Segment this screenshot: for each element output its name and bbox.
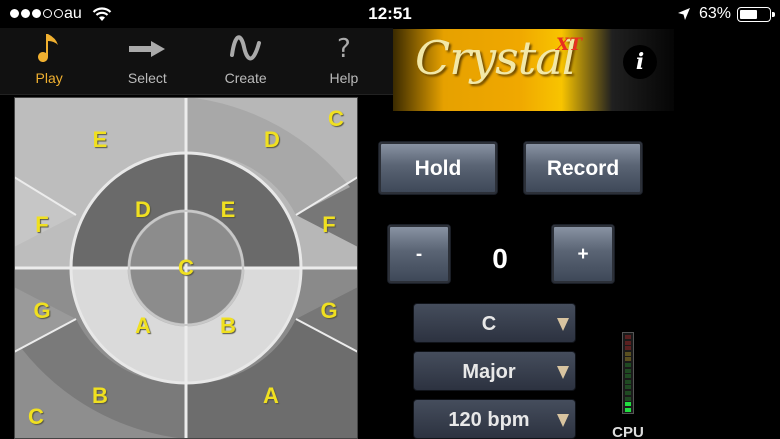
scale-select[interactable]: Major — [413, 351, 576, 391]
question-icon: ? — [336, 34, 351, 64]
note-label: G — [33, 298, 51, 323]
tab-bar: Play Select Create ? Help — [0, 28, 393, 95]
cpu-meter-segment — [625, 340, 631, 345]
tempo-select-value: 120 bpm — [448, 409, 530, 431]
tab-create[interactable]: Create — [197, 28, 295, 94]
key-select-value: C — [481, 313, 497, 335]
tempo-select[interactable]: 120 bpm — [413, 399, 576, 439]
note-label: C — [178, 255, 194, 280]
note-label: B — [92, 383, 108, 408]
status-bar: au 12:51 63% — [0, 0, 780, 28]
cpu-meter-segment — [625, 379, 631, 384]
location-arrow-icon — [678, 8, 690, 20]
note-label: D — [264, 127, 280, 152]
cpu-meter-segment — [625, 351, 631, 356]
tab-create-label: Create — [224, 70, 267, 86]
note-label: F — [35, 212, 49, 237]
logo-suffix: XT — [556, 35, 582, 55]
cpu-meter-segment — [625, 374, 631, 379]
cpu-meter — [622, 332, 634, 414]
cpu-meter-segment — [625, 368, 631, 373]
scale-select-value: Major — [462, 361, 516, 383]
record-button[interactable]: Record — [523, 141, 643, 195]
note-label: C — [328, 106, 344, 131]
note-label: G — [320, 298, 338, 323]
cpu-label: CPU — [612, 424, 644, 439]
tab-play[interactable]: Play — [0, 28, 98, 94]
note-label: E — [220, 197, 236, 222]
note-label: D — [135, 197, 151, 222]
status-time: 12:51 — [368, 4, 412, 23]
transpose-minus-button[interactable]: - — [387, 224, 451, 284]
cpu-meter-segment — [625, 407, 631, 412]
tab-help[interactable]: ? Help — [295, 28, 393, 94]
hold-button[interactable]: Hold — [378, 141, 498, 195]
battery-icon — [737, 7, 775, 22]
info-button[interactable]: i — [623, 45, 657, 79]
note-label: E — [92, 127, 108, 152]
music-note-icon — [38, 34, 59, 62]
note-label: A — [263, 383, 279, 408]
cpu-meter-segment — [625, 363, 631, 367]
transpose-plus-button[interactable]: + — [551, 224, 615, 284]
logo-brand: Crystal — [415, 31, 576, 85]
cpu-meter-segment — [625, 385, 631, 390]
cpu-meter-segment — [625, 396, 631, 401]
cpu-meter-segment — [625, 357, 631, 362]
transpose-value: 0 — [492, 243, 508, 274]
wave-icon — [229, 35, 261, 61]
dropdown-arrow-icon — [557, 318, 569, 331]
arrow-icon — [129, 41, 166, 57]
app-logo: Crystal XT i — [393, 29, 674, 111]
note-label: A — [135, 313, 151, 338]
cpu-meter-segment — [625, 402, 631, 407]
tab-select-label: Select — [127, 70, 167, 86]
tab-select[interactable]: Select — [98, 28, 196, 94]
key-select[interactable]: C — [413, 303, 576, 343]
tab-play-label: Play — [35, 70, 63, 86]
note-label: C — [28, 404, 44, 429]
battery-percent: 63% — [699, 5, 732, 22]
cpu-meter-segment — [625, 335, 631, 339]
dropdown-arrow-icon — [557, 414, 569, 427]
tab-help-label: Help — [329, 70, 359, 86]
cpu-meter-segment — [625, 346, 631, 351]
chord-pad[interactable]: E D C F F G G B C A D E A B C — [14, 97, 358, 439]
dropdown-arrow-icon — [557, 366, 569, 379]
note-label: F — [322, 212, 336, 237]
note-label: B — [220, 313, 236, 338]
cpu-meter-segment — [625, 391, 631, 395]
